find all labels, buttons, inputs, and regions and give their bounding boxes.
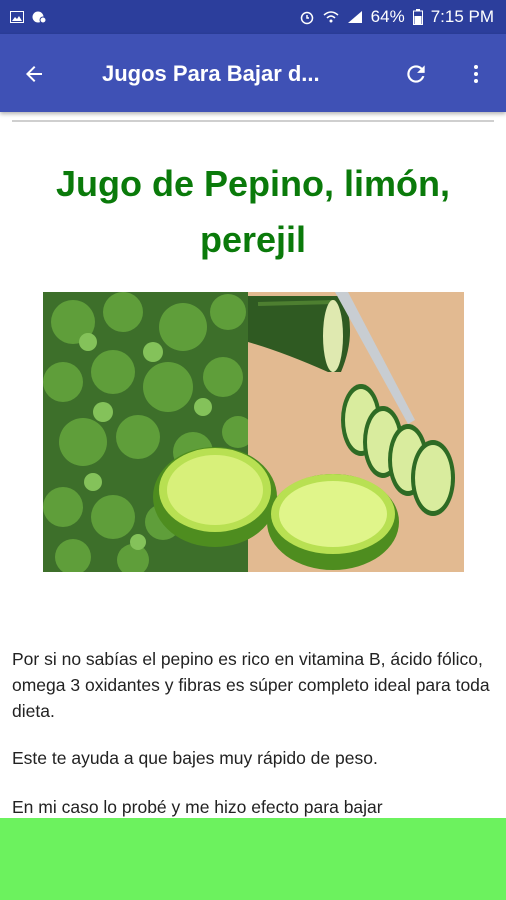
alarm-icon <box>300 11 313 25</box>
ad-banner[interactable] <box>0 818 506 900</box>
chat-icon <box>32 11 46 23</box>
arrow-left-icon <box>26 66 42 82</box>
image-icon <box>10 11 24 23</box>
paragraph-1: Por si no sabías el pepino es rico en vi… <box>12 649 490 721</box>
refresh-icon <box>407 65 425 83</box>
hero-image <box>43 292 464 572</box>
more-vert-icon <box>474 65 478 83</box>
battery-percent: 64% <box>370 7 405 26</box>
paragraph-2: Este te ayuda a que bajes muy rápido de … <box>12 748 378 768</box>
battery-icon <box>412 9 423 25</box>
app-title: Jugos Para Bajar d... <box>102 61 320 86</box>
app-bar: Jugos Para Bajar d... <box>0 34 506 112</box>
status-left-icons <box>0 11 46 23</box>
paragraph-3: En mi caso lo probé y me hizo efecto par… <box>12 797 383 817</box>
clock: 7:15 PM <box>430 7 494 26</box>
refresh-button[interactable] <box>398 56 434 92</box>
article-title: Jugo de Pepino, limón, perejil <box>55 163 450 260</box>
top-divider <box>12 120 494 122</box>
status-bar: 64% 7:15 PM <box>0 0 506 34</box>
more-options-button[interactable] <box>458 56 494 92</box>
status-right: 64% 7:15 PM <box>299 7 506 27</box>
signal-icon <box>347 11 362 23</box>
back-button[interactable] <box>16 56 52 92</box>
wifi-icon <box>323 11 339 23</box>
